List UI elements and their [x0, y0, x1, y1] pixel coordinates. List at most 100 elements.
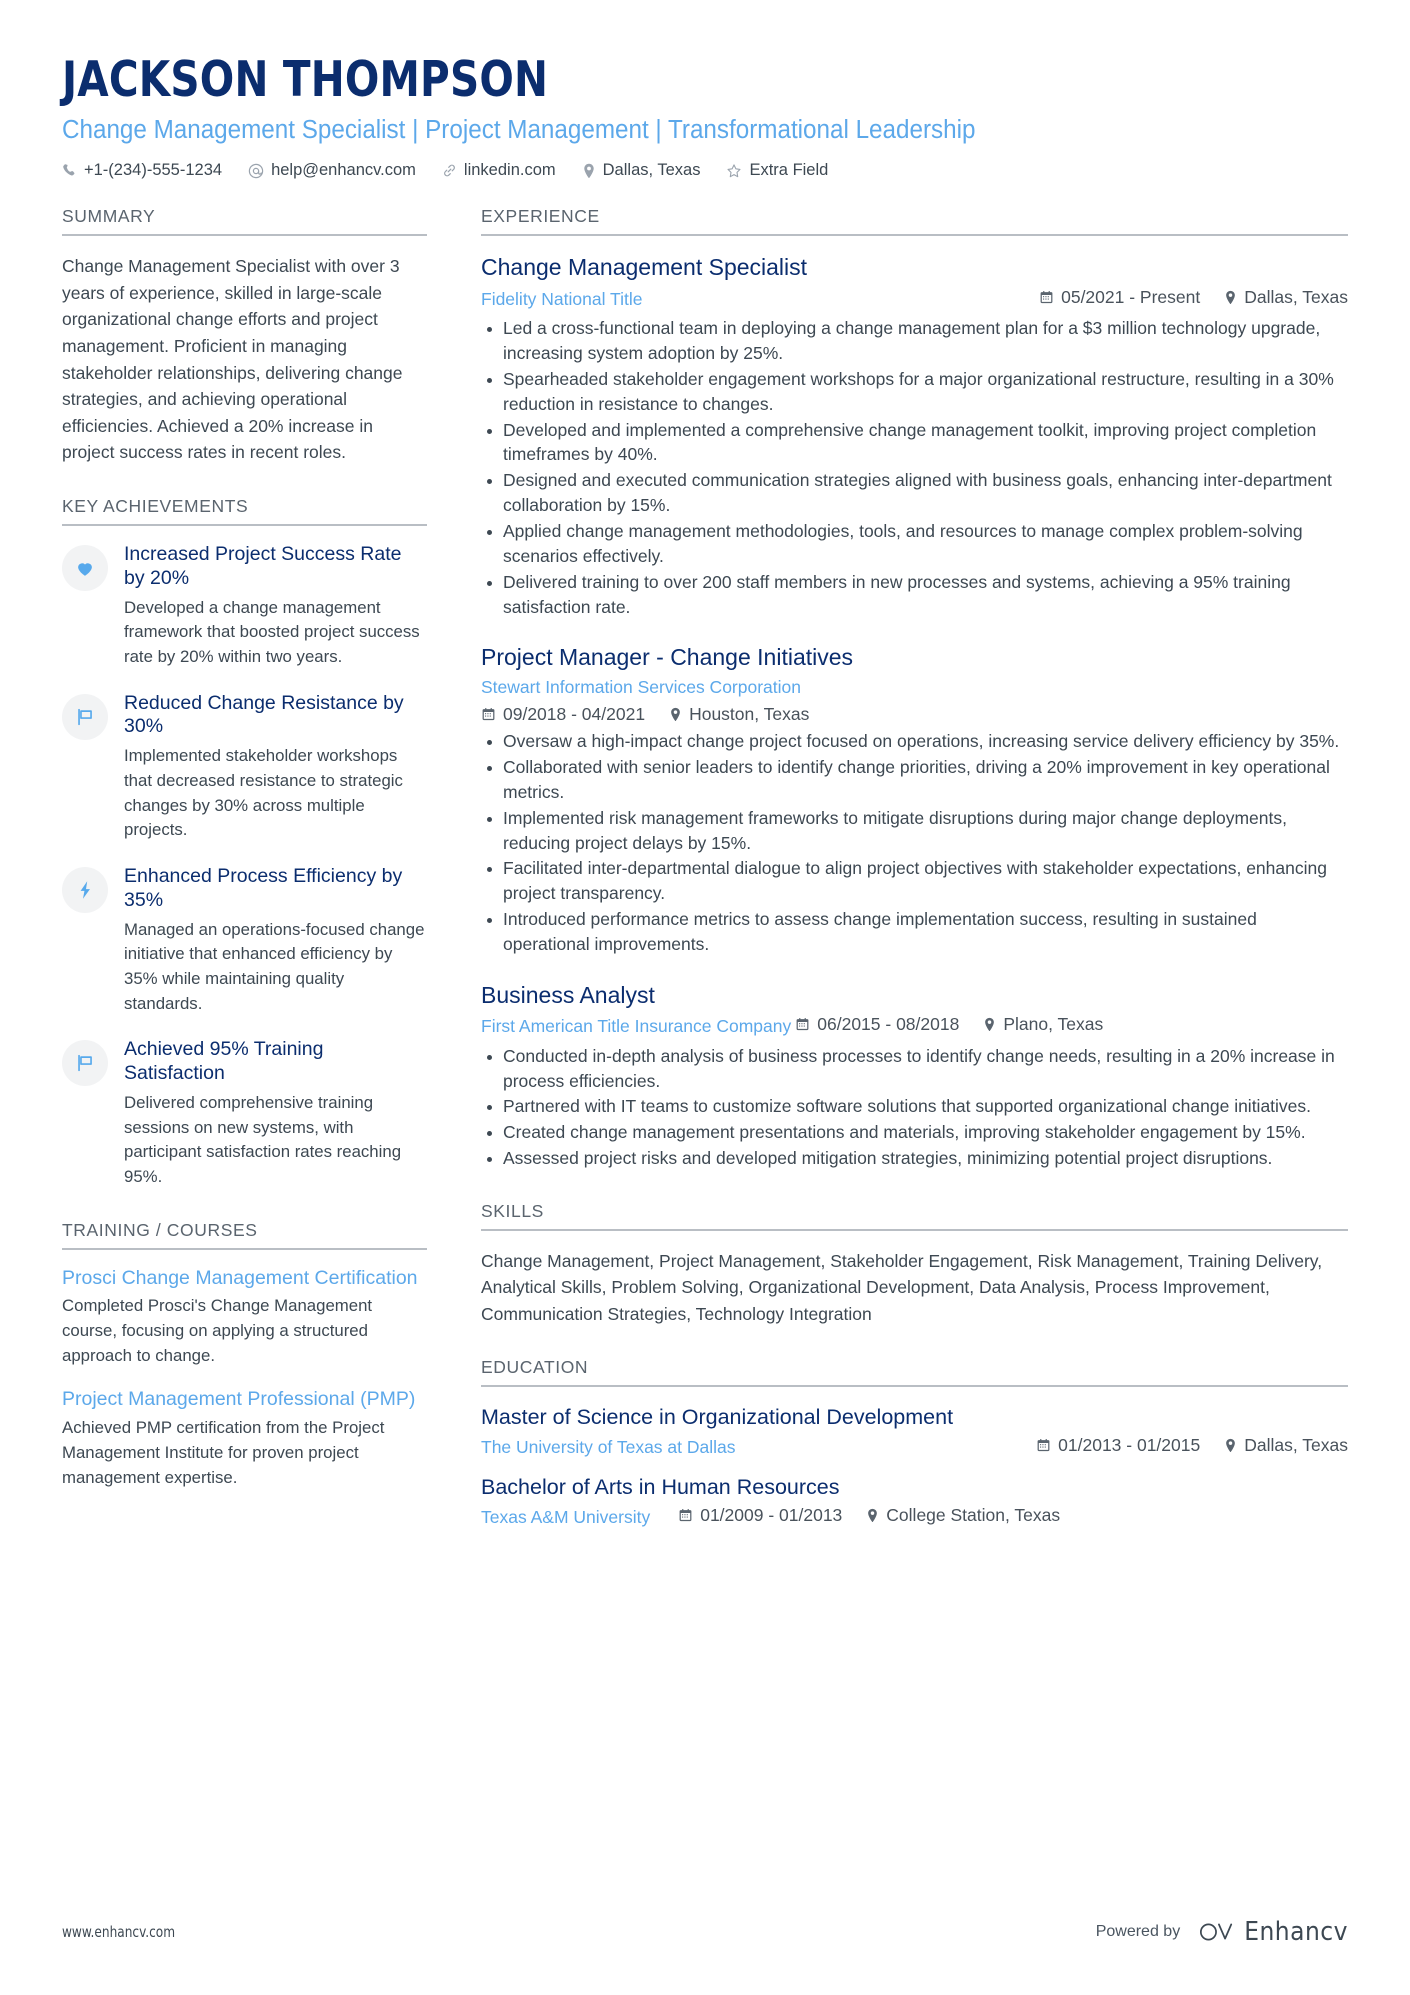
achievement-title: Increased Project Success Rate by 20% — [124, 543, 402, 589]
job-dates-text: 05/2021 - Present — [1061, 286, 1201, 307]
contact-extra[interactable]: Extra Field — [726, 161, 828, 180]
achievement-item: Achieved 95% Training Satisfaction Deliv… — [62, 1038, 427, 1189]
achievement-icon-bubble — [62, 693, 108, 740]
course-title[interactable]: Project Management Professional (PMP) — [62, 1388, 427, 1412]
job-company[interactable]: First American Title Insurance Company — [481, 1014, 795, 1039]
achievement-item: Enhanced Process Efficiency by 35% Manag… — [62, 865, 427, 1016]
contact-location-text: Dallas, Texas — [602, 161, 701, 180]
location-icon — [669, 707, 682, 722]
job-bullets: Led a cross-functional team in deploying… — [481, 316, 1348, 619]
job-title: Business Analyst — [481, 981, 655, 1008]
achievement-body: Achieved 95% Training Satisfaction Deliv… — [124, 1038, 427, 1189]
section-skills: SKILLS Change Management, Project Manage… — [481, 1201, 1348, 1327]
powered-by-label: Powered by — [1095, 1923, 1181, 1940]
job-company[interactable]: Fidelity National Title — [481, 287, 652, 312]
section-title-achievements: KEY ACHIEVEMENTS — [62, 496, 427, 526]
job-location-text: Houston, Texas — [689, 704, 810, 725]
section-title-training: TRAINING / COURSES — [62, 1220, 427, 1250]
job-dates-text: 06/2015 - 08/2018 — [817, 1014, 960, 1035]
left-column: SUMMARY Change Management Specialist wit… — [62, 206, 457, 1520]
job-bullet: Collaborated with senior leaders to iden… — [481, 755, 1348, 805]
achievement-desc: Delivered comprehensive training session… — [124, 1092, 402, 1186]
education-school[interactable]: The University of Texas at Dallas — [481, 1435, 746, 1460]
job-bullet: Developed and implemented a comprehensiv… — [481, 418, 1348, 468]
job-bullets: Oversaw a high-impact change project foc… — [481, 729, 1348, 957]
flag-icon — [74, 706, 96, 728]
job-bullet: Applied change management methodologies,… — [481, 519, 1348, 569]
education-dates: 01/2009 - 01/2013 — [678, 1503, 842, 1528]
location-icon — [866, 1508, 879, 1523]
education-dates-text: 01/2013 - 01/2015 — [1058, 1434, 1201, 1455]
job-title: Change Management Specialist — [481, 254, 808, 281]
link-icon — [442, 163, 457, 178]
candidate-name: JACKSON THOMPSON — [62, 51, 549, 108]
section-education: EDUCATION Master of Science in Organizat… — [481, 1357, 1348, 1531]
job-bullet: Spearheaded stakeholder engagement works… — [481, 367, 1348, 417]
job-dates: 05/2021 - Present — [1039, 285, 1200, 310]
calendar-icon — [481, 707, 496, 722]
location-icon — [582, 163, 596, 179]
job-bullet: Designed and executed communication stra… — [481, 468, 1348, 518]
footer-url[interactable]: www.enhancv.com — [62, 1923, 175, 1941]
job-dates: 09/2018 - 04/2021 — [481, 704, 645, 725]
achievement-icon-bubble — [62, 545, 108, 591]
education-location-text: Dallas, Texas — [1244, 1434, 1348, 1455]
course-item: Project Management Professional (PMP) Ac… — [62, 1388, 427, 1490]
enhancv-mark-icon — [1198, 1919, 1236, 1945]
job-bullet: Partnered with IT teams to customize sof… — [481, 1094, 1348, 1119]
education-degree: Master of Science in Organizational Deve… — [481, 1404, 954, 1429]
job-bullet: Delivered training to over 200 staff mem… — [481, 570, 1348, 620]
contact-link-text: linkedin.com — [463, 161, 556, 180]
achievement-body: Reduced Change Resistance by 30% Impleme… — [124, 692, 427, 843]
education-school[interactable]: Texas A&M University — [481, 1505, 654, 1530]
section-summary: SUMMARY Change Management Specialist wit… — [62, 206, 427, 466]
course-title[interactable]: Prosci Change Management Certification — [62, 1267, 427, 1291]
achievement-body: Enhanced Process Efficiency by 35% Manag… — [124, 865, 427, 1016]
resume-page: JACKSON THOMPSON Change Management Speci… — [0, 0, 1410, 1995]
experience-item: Change Management Specialist Fidelity Na… — [481, 253, 1348, 619]
job-bullet: Introduced performance metrics to assess… — [481, 907, 1348, 957]
achievement-item: Reduced Change Resistance by 30% Impleme… — [62, 692, 427, 843]
achievement-icon-bubble — [62, 1040, 108, 1087]
achievement-desc: Implemented stakeholder workshops that d… — [124, 746, 403, 840]
location-icon — [1224, 1438, 1237, 1453]
footer-branding: Powered by Enhancv — [1096, 1917, 1348, 1947]
job-location-text: Dallas, Texas — [1244, 286, 1348, 307]
contact-email[interactable]: help@enhancv.com — [248, 161, 416, 180]
job-company[interactable]: Stewart Information Services Corporation — [481, 675, 811, 700]
contact-link[interactable]: linkedin.com — [442, 161, 556, 180]
achievement-title: Enhanced Process Efficiency by 35% — [124, 864, 403, 911]
achievement-item: Increased Project Success Rate by 20% De… — [62, 543, 427, 670]
education-degree: Bachelor of Arts in Human Resources — [481, 1475, 840, 1500]
resume-header: JACKSON THOMPSON Change Management Speci… — [62, 51, 1348, 180]
job-bullet: Conducted in-depth analysis of business … — [481, 1044, 1348, 1094]
job-meta: 09/2018 - 04/2021 Houston, Texas — [481, 704, 1348, 725]
achievement-desc: Developed a change management framework … — [124, 597, 420, 666]
page-footer: www.enhancv.com Powered by Enhancv — [62, 1917, 1348, 1947]
job-meta: First American Title Insurance Company 0… — [481, 1012, 1348, 1040]
education-dates: 01/2013 - 01/2015 — [1036, 1433, 1200, 1458]
calendar-icon — [678, 1508, 693, 1523]
course-desc: Completed Prosci's Change Management cou… — [62, 1296, 373, 1365]
section-key-achievements: KEY ACHIEVEMENTS Increased Project Succe… — [62, 496, 427, 1190]
calendar-icon — [1036, 1438, 1051, 1453]
job-company-line: Stewart Information Services Corporation — [481, 675, 1348, 700]
education-location: College Station, Texas — [866, 1503, 1060, 1528]
achievement-icon-bubble — [62, 866, 108, 913]
location-icon — [1224, 290, 1237, 305]
contact-location[interactable]: Dallas, Texas — [582, 161, 701, 180]
contact-phone[interactable]: +1-(234)-555-1234 — [62, 161, 222, 180]
achievement-body: Increased Project Success Rate by 20% De… — [124, 543, 427, 670]
enhancv-logo[interactable]: Enhancv — [1198, 1917, 1348, 1947]
achievement-desc: Managed an operations-focused change ini… — [124, 919, 425, 1013]
summary-text: Change Management Specialist with over 3… — [62, 256, 403, 463]
job-location: Houston, Texas — [669, 704, 809, 725]
calendar-icon — [795, 1017, 810, 1032]
phone-icon — [62, 163, 77, 178]
achievement-title: Reduced Change Resistance by 30% — [124, 691, 404, 738]
bolt-icon — [74, 879, 96, 901]
contact-bar: +1-(234)-555-1234 help@enhancv.com linke… — [62, 161, 1348, 180]
education-location: Dallas, Texas — [1224, 1433, 1348, 1458]
job-bullet: Implemented risk management frameworks t… — [481, 806, 1348, 856]
section-experience: EXPERIENCE Change Management Specialist … — [481, 206, 1348, 1171]
